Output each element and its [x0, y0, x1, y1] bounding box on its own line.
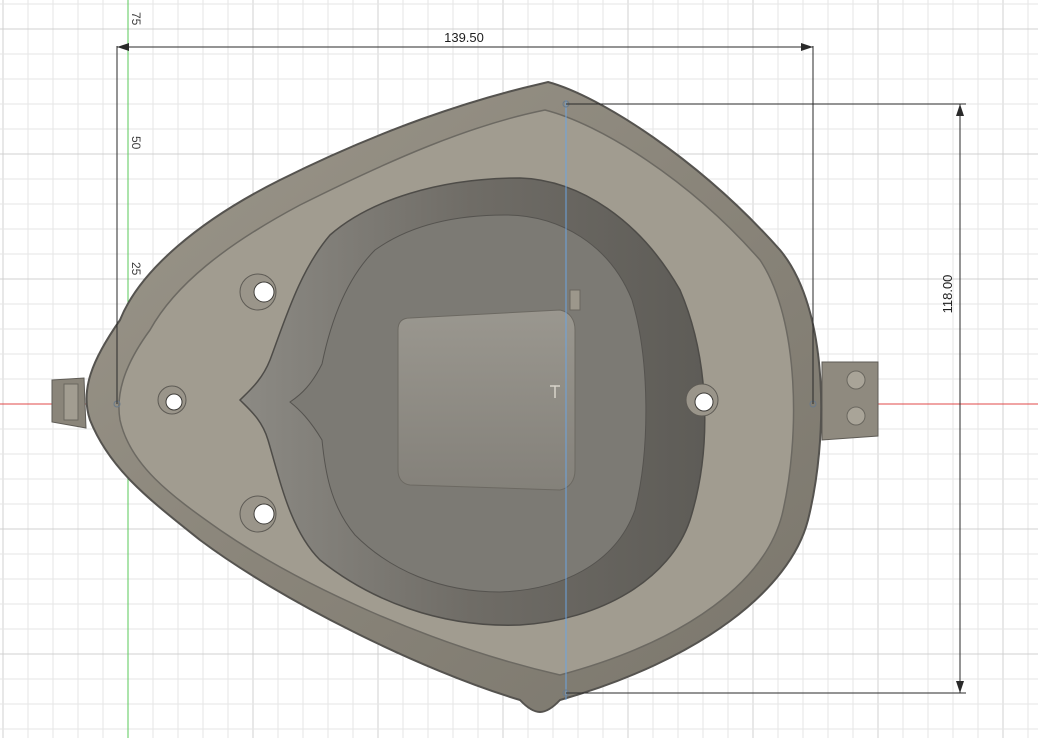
hole-top-left-bore: [253, 281, 275, 303]
ruler-mark-25: 25: [129, 262, 143, 276]
left-tab-slot: [63, 383, 79, 421]
hole-bottom-left-bore: [253, 503, 275, 525]
hole-right-center-bore: [694, 392, 714, 412]
dimension-width-label[interactable]: 139.50: [444, 30, 484, 45]
right-tab-hole-bottom: [846, 406, 866, 426]
cavity-floor: [397, 309, 576, 491]
ruler-mark-50: 50: [129, 136, 143, 150]
hole-left-center-bore: [165, 393, 183, 411]
dimension-height-label[interactable]: 118.00: [940, 275, 955, 314]
part-body[interactable]: [51, 80, 879, 713]
ruler-marks: 75 50 25: [129, 12, 143, 276]
ruler-mark-75: 75: [129, 12, 143, 26]
feature-mark: [569, 289, 581, 311]
right-tab-hole-top: [846, 370, 866, 390]
design-canvas[interactable]: 139.50 118.00 75 50 25: [0, 0, 1038, 738]
